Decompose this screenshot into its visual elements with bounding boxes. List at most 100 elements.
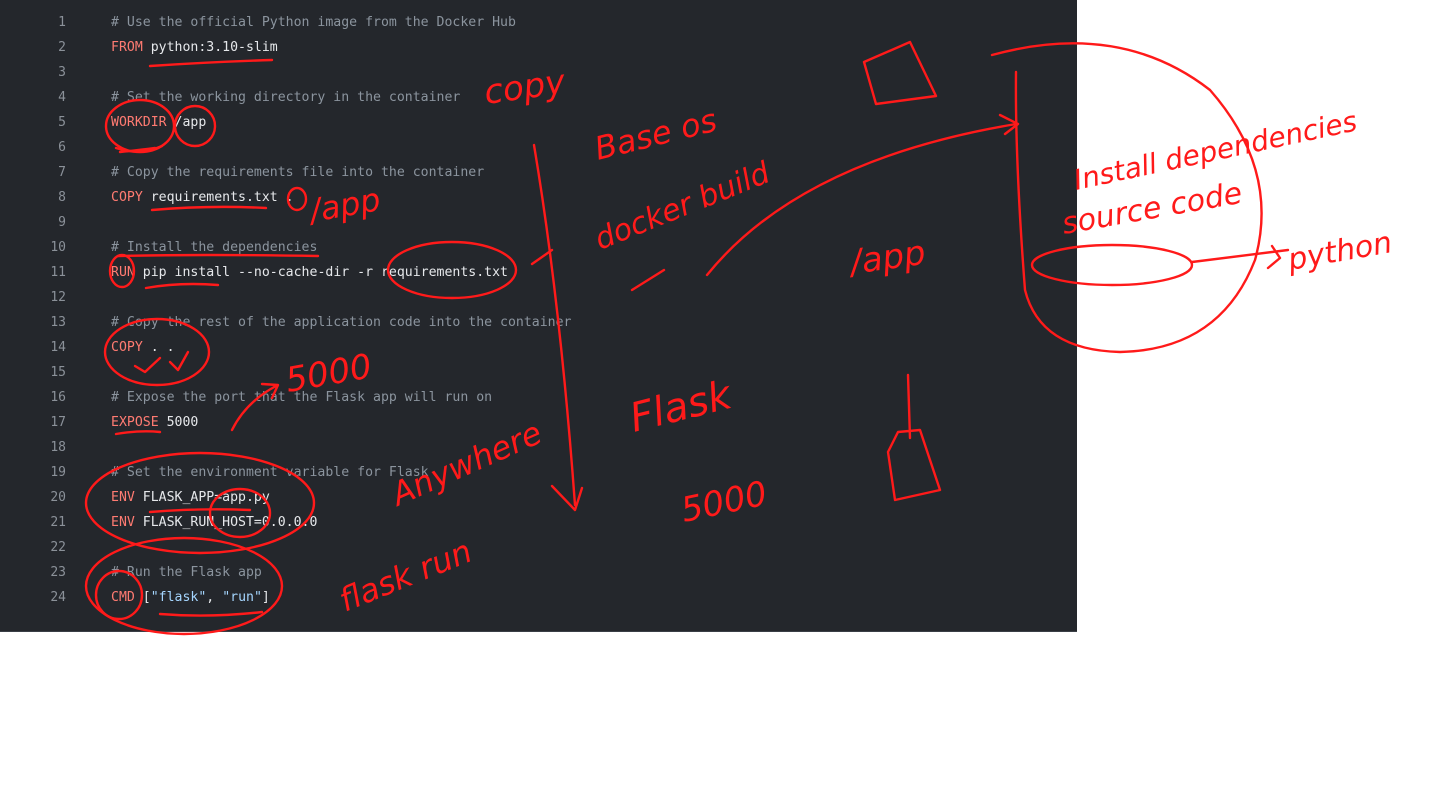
text-token: python:3.10-slim xyxy=(142,40,278,55)
keyword-token: ENV xyxy=(111,490,135,505)
line-code: # Use the official Python image from the… xyxy=(111,10,516,35)
keyword-token: COPY xyxy=(111,340,143,355)
comment-token: # Expose the port that the Flask app wil… xyxy=(111,390,493,405)
line-code: EXPOSE 5000 xyxy=(111,410,198,435)
code-line-4[interactable]: 4 # Set the working directory in the cont… xyxy=(0,85,1077,110)
line-code: RUN pip install --no-cache-dir -r requir… xyxy=(111,260,508,285)
text-token: . . xyxy=(142,340,175,355)
code-line-1[interactable]: 1 # Use the official Python image from th… xyxy=(0,10,1077,35)
code-line-10[interactable]: 10 # Install the dependencies xyxy=(0,235,1077,260)
line-number: 23 xyxy=(50,565,66,580)
code-line-7[interactable]: 7 # Copy the requirements file into the c… xyxy=(0,160,1077,185)
line-number: 8 xyxy=(58,190,66,205)
line-code: ENV FLASK_RUN_HOST=0.0.0.0 xyxy=(111,510,317,535)
keyword-token: WORKDIR xyxy=(111,115,167,130)
code-line-3[interactable]: 3 xyxy=(0,60,1077,85)
line-number: 4 xyxy=(58,90,66,105)
code-line-24[interactable]: 24 CMD ["flask", "run"] xyxy=(0,585,1077,610)
line-number: 24 xyxy=(50,590,66,605)
line-number: 13 xyxy=(50,315,66,330)
comment-token: # Copy the requirements file into the co… xyxy=(111,165,485,180)
line-code: # Copy the rest of the application code … xyxy=(111,310,572,335)
line-number: 17 xyxy=(50,415,66,430)
line-number: 16 xyxy=(50,390,66,405)
line-code: CMD ["flask", "run"] xyxy=(111,585,270,610)
line-number: 22 xyxy=(50,540,66,555)
code-editor[interactable]: 1 # Use the official Python image from th… xyxy=(0,0,1077,632)
code-line-8[interactable]: 8 COPY requirements.txt . xyxy=(0,185,1077,210)
comment-token: # Set the environment variable for Flask xyxy=(111,465,429,480)
text-token: ] xyxy=(261,590,270,605)
line-code: # Set the environment variable for Flask xyxy=(111,460,429,485)
line-number: 1 xyxy=(58,15,66,30)
line-code: # Install the dependencies xyxy=(111,235,317,260)
code-line-18[interactable]: 18 xyxy=(0,435,1077,460)
code-line-21[interactable]: 21 ENV FLASK_RUN_HOST=0.0.0.0 xyxy=(0,510,1077,535)
keyword-token: FROM xyxy=(111,40,143,55)
code-line-23[interactable]: 23 # Run the Flask app xyxy=(0,560,1077,585)
line-number: 6 xyxy=(58,140,66,155)
string-token: "run" xyxy=(222,590,262,605)
code-line-6[interactable]: 6 xyxy=(0,135,1077,160)
code-line-9[interactable]: 9 xyxy=(0,210,1077,235)
text-token: requirements.txt . xyxy=(142,190,294,205)
line-number: 3 xyxy=(58,65,66,80)
line-code: WORKDIR /app xyxy=(111,110,206,135)
text-token: /app xyxy=(166,115,207,130)
line-number: 12 xyxy=(50,290,66,305)
line-number: 15 xyxy=(50,365,66,380)
line-code: COPY . . xyxy=(111,335,175,360)
note-install-dependencies: Install dependencies xyxy=(1071,105,1360,197)
line-number: 11 xyxy=(50,265,66,280)
note-source-code: source code xyxy=(1059,176,1244,242)
comment-token: # Use the official Python image from the… xyxy=(111,15,516,30)
line-number: 7 xyxy=(58,165,66,180)
line-number: 19 xyxy=(50,465,66,480)
line-number: 18 xyxy=(50,440,66,455)
keyword-token: EXPOSE xyxy=(111,415,159,430)
line-number: 9 xyxy=(58,215,66,230)
code-line-17[interactable]: 17 EXPOSE 5000 xyxy=(0,410,1077,435)
line-number: 5 xyxy=(58,115,66,130)
arrow-to-python xyxy=(1190,244,1290,270)
comment-token: # Set the working directory in the conta… xyxy=(111,90,461,105)
note-python: python xyxy=(1284,225,1394,278)
code-line-22[interactable]: 22 xyxy=(0,535,1077,560)
code-line-13[interactable]: 13 # Copy the rest of the application cod… xyxy=(0,310,1077,335)
code-line-20[interactable]: 20 ENV FLASK_APP=app.py xyxy=(0,485,1077,510)
line-number: 20 xyxy=(50,490,66,505)
comment-token: # Install the dependencies xyxy=(111,240,318,255)
keyword-token: COPY xyxy=(111,190,143,205)
code-line-5[interactable]: 5 WORKDIR /app xyxy=(0,110,1077,135)
line-code: FROM python:3.10-slim xyxy=(111,35,278,60)
text-token: pip install --no-cache-dir -r requiremen… xyxy=(134,265,508,280)
line-code: ENV FLASK_APP=app.py xyxy=(111,485,270,510)
line-code: # Copy the requirements file into the co… xyxy=(111,160,484,185)
line-number: 10 xyxy=(50,240,66,255)
text-token: FLASK_RUN_HOST=0.0.0.0 xyxy=(134,515,318,530)
code-line-2[interactable]: 2 FROM python:3.10-slim xyxy=(0,35,1077,60)
code-line-11[interactable]: 11 RUN pip install --no-cache-dir -r requ… xyxy=(0,260,1077,285)
line-number: 21 xyxy=(50,515,66,530)
code-line-15[interactable]: 15 xyxy=(0,360,1077,385)
line-code: # Set the working directory in the conta… xyxy=(111,85,460,110)
code-line-14[interactable]: 14 COPY . . xyxy=(0,335,1077,360)
comment-token: # Copy the rest of the application code … xyxy=(111,315,572,330)
code-line-12[interactable]: 12 xyxy=(0,285,1077,310)
line-number: 14 xyxy=(50,340,66,355)
text-token: , xyxy=(206,590,223,605)
line-code: COPY requirements.txt . xyxy=(111,185,294,210)
text-token: FLASK_APP=app.py xyxy=(134,490,270,505)
line-code: # Expose the port that the Flask app wil… xyxy=(111,385,492,410)
text-token: [ xyxy=(134,590,151,605)
keyword-token: RUN xyxy=(111,265,135,280)
keyword-token: CMD xyxy=(111,590,135,605)
line-code: # Run the Flask app xyxy=(111,560,262,585)
text-token: 5000 xyxy=(158,415,199,430)
comment-token: # Run the Flask app xyxy=(111,565,262,580)
keyword-token: ENV xyxy=(111,515,135,530)
code-line-16[interactable]: 16 # Expose the port that the Flask app w… xyxy=(0,385,1077,410)
string-token: "flask" xyxy=(150,590,207,605)
code-line-19[interactable]: 19 # Set the environment variable for Fla… xyxy=(0,460,1077,485)
line-number: 2 xyxy=(58,40,66,55)
